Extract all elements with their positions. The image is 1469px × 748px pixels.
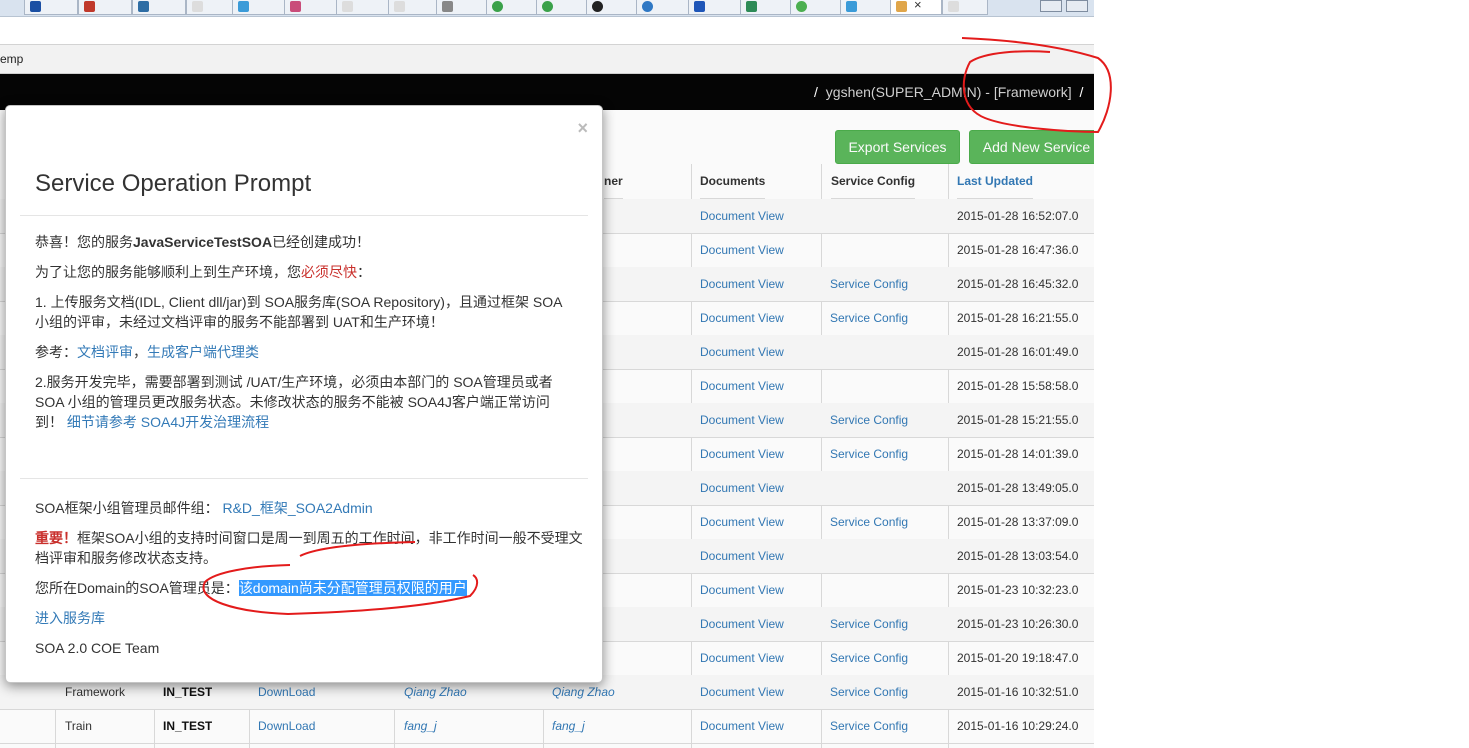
step-2-line: 到！ xyxy=(35,414,67,430)
browser-tab[interactable] xyxy=(388,0,442,15)
address-bar[interactable] xyxy=(0,17,1094,45)
w3-favicon-icon xyxy=(84,1,95,12)
modal-title: Service Operation Prompt xyxy=(35,170,312,197)
reference-links: 参考：文档评审，生成客户端代理类 xyxy=(35,342,585,362)
site-favicon-icon xyxy=(896,1,907,12)
breadcrumb-separator: / xyxy=(814,84,818,100)
step-1-line: 小组的评审，未经过文档评审的服务不能部署到 UAT和生产环境！ xyxy=(35,314,444,330)
browser-tab-strip: × xyxy=(0,0,1094,17)
important-label: 重要！ xyxy=(35,530,77,546)
team-signature: SOA 2.0 COE Team xyxy=(35,638,585,658)
soa4j-process-link[interactable]: 细节请参考 SOA4J开发治理流程 xyxy=(67,414,269,430)
site-favicon-icon xyxy=(846,1,857,12)
admin-email-group: SOA框架小组管理员邮件组： R&D_框架_SOA2Admin xyxy=(35,498,585,518)
repo-link-line: 进入服务库 xyxy=(35,608,585,628)
close-icon[interactable]: × xyxy=(577,118,588,139)
page-favicon-icon xyxy=(342,1,353,12)
bookmark-item[interactable]: emp xyxy=(0,52,23,66)
step-1-line: 1. 上传服务文档(IDL, Client dll/jar)到 SOA服务库(S… xyxy=(35,294,563,310)
tool-favicon-icon xyxy=(138,1,149,12)
page-favicon-icon xyxy=(948,1,959,12)
admin-email-link[interactable]: R&D_框架_SOA2Admin xyxy=(222,500,372,516)
generate-proxy-link[interactable]: 生成客户端代理类 xyxy=(147,344,259,360)
divider xyxy=(20,215,588,216)
site-favicon-icon xyxy=(796,1,807,12)
browser-tab[interactable] xyxy=(232,0,286,15)
doc-review-link[interactable]: 文档评审 xyxy=(77,344,133,360)
service-name: JavaServiceTestSOA xyxy=(133,234,273,250)
reference-label: 参考： xyxy=(35,344,77,360)
notice-line: 档评审和服务修改状态支持。 xyxy=(35,550,217,566)
step-2-line: SOA 小组的管理员更改服务状态。未修改状态的服务不能被 SOA4J客户端正常访… xyxy=(35,394,550,410)
tab-close-icon[interactable]: × xyxy=(914,0,922,12)
browser-tab[interactable] xyxy=(132,0,186,15)
step-2: 2.服务开发完毕，需要部署到测试 /UAT/生产环境，必须由本部门的 SOA管理… xyxy=(35,372,585,432)
browser-tab[interactable] xyxy=(78,0,132,15)
breadcrumb-separator: / xyxy=(1079,84,1084,100)
browser-viewport: × emp / ygshen(SUPER_ADMIN) - [Framework… xyxy=(0,0,1094,748)
site-favicon-icon xyxy=(642,1,653,12)
instruction-intro: 为了让您的服务能够顺利上到生产环境，您必须尽快： xyxy=(35,262,585,282)
site-favicon-icon xyxy=(746,1,757,12)
page-favicon-icon xyxy=(394,1,405,12)
browser-tab[interactable] xyxy=(586,0,640,15)
service-operation-modal: × Service Operation Prompt 恭喜！您的服务JavaSe… xyxy=(5,105,603,683)
success-text: 已经创建成功！ xyxy=(272,234,371,250)
support-window-notice: 重要！框架SOA小组的支持时间窗口是周一到周五的工作时间，非工作时间一般不受理文… xyxy=(35,528,585,568)
browser-tab[interactable] xyxy=(284,0,338,15)
github-favicon-icon xyxy=(592,1,603,12)
site-favicon-icon xyxy=(238,1,249,12)
domain-admin-info: 您所在Domain的SOA管理员是：该domain尚未分配管理员权限的用户 xyxy=(35,578,585,598)
site-favicon-icon xyxy=(694,1,705,12)
page-favicon-icon xyxy=(192,1,203,12)
browser-tab[interactable] xyxy=(840,0,894,15)
site-favicon-icon xyxy=(492,1,503,12)
maximize-icon[interactable] xyxy=(1066,0,1088,12)
browser-tab[interactable] xyxy=(536,0,590,15)
browser-tab[interactable] xyxy=(688,0,742,15)
success-text: 恭喜！您的服务 xyxy=(35,234,133,250)
divider xyxy=(20,478,588,479)
step-1: 1. 上传服务文档(IDL, Client dll/jar)到 SOA服务库(S… xyxy=(35,292,585,332)
site-favicon-icon xyxy=(542,1,553,12)
browser-tab[interactable] xyxy=(790,0,844,15)
browser-tab[interactable] xyxy=(436,0,490,15)
browser-tab[interactable] xyxy=(336,0,390,15)
browser-tab[interactable] xyxy=(740,0,794,15)
user-info: / ygshen(SUPER_ADMIN) - [Framework] / xyxy=(810,84,1087,100)
domain-admin-value: 该domain尚未分配管理员权限的用户 xyxy=(238,580,467,596)
browser-tab[interactable] xyxy=(636,0,690,15)
minimize-icon[interactable] xyxy=(1040,0,1062,12)
bookmarks-bar: emp xyxy=(0,45,1094,74)
site-favicon-icon xyxy=(442,1,453,12)
domain-admin-label: 您所在Domain的SOA管理员是： xyxy=(35,580,239,596)
browser-tab[interactable] xyxy=(486,0,540,15)
urgent-text: 必须尽快 xyxy=(301,264,357,280)
separator: ， xyxy=(133,344,147,360)
site-favicon-icon xyxy=(290,1,301,12)
site-favicon-icon xyxy=(30,1,41,12)
user-role-link[interactable]: ygshen(SUPER_ADMIN) - [Framework] xyxy=(826,84,1072,100)
browser-tab[interactable] xyxy=(24,0,78,15)
enter-repository-link[interactable]: 进入服务库 xyxy=(35,610,105,626)
browser-tab[interactable] xyxy=(942,0,988,15)
step-2-line: 2.服务开发完毕，需要部署到测试 /UAT/生产环境，必须由本部门的 SOA管理… xyxy=(35,374,553,390)
success-message: 恭喜！您的服务JavaServiceTestSOA已经创建成功！ xyxy=(35,232,585,252)
notice-line: 框架SOA小组的支持时间窗口是周一到周五的工作时间，非工作时间一般不受理文 xyxy=(77,530,583,546)
team-name: SOA 2.0 COE Team xyxy=(35,640,160,656)
instruction-text: 为了让您的服务能够顺利上到生产环境，您 xyxy=(35,264,301,280)
email-label: SOA框架小组管理员邮件组： xyxy=(35,500,219,516)
instruction-text: ： xyxy=(357,264,371,280)
